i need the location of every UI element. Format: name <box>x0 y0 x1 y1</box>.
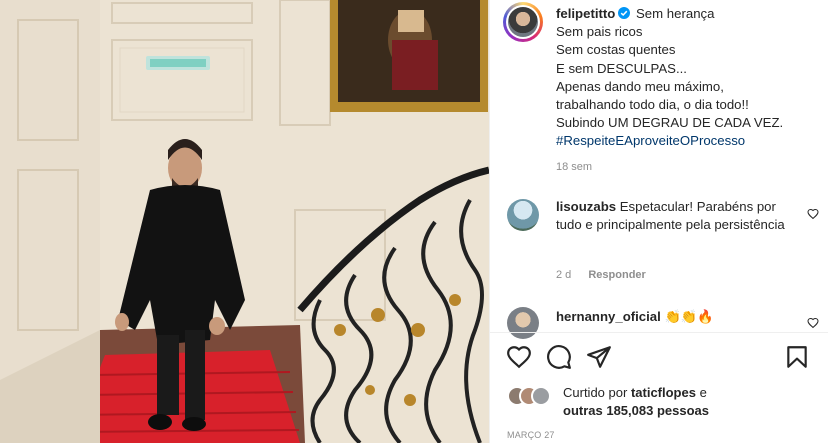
verified-badge-icon <box>618 7 631 19</box>
liker-avatars <box>507 386 553 408</box>
commenter-avatar[interactable] <box>507 199 539 231</box>
post-author-avatar[interactable] <box>503 2 543 42</box>
comment-like-heart-icon[interactable] <box>807 208 819 220</box>
post-author-username[interactable]: felipetitto <box>556 6 615 21</box>
post-photo[interactable] <box>0 0 489 443</box>
bookmark-icon[interactable] <box>784 344 810 370</box>
liked-by-user[interactable]: taticflopes <box>631 385 696 400</box>
comment-text-block: hernanny_oficial 👏👏🔥 <box>556 308 796 326</box>
commenter-username[interactable]: lisouzabs <box>556 199 616 214</box>
share-icon[interactable] <box>586 344 612 370</box>
comment-time: 2 d <box>556 269 572 281</box>
comment-text-block: lisouzabs Espetacular! Parabéns por tudo… <box>556 198 796 234</box>
liked-by-text: Curtido por taticflopes e outras 185,083… <box>563 384 709 420</box>
comment-meta: 2 d Responder <box>556 269 660 281</box>
comment-icon[interactable] <box>546 344 572 370</box>
photo-illustration <box>0 0 489 443</box>
post-time-ago[interactable]: 18 sem <box>556 161 592 173</box>
liked-by-section: Curtido por taticflopes e outras 185,083… <box>507 384 823 420</box>
caption-line: Sem pais ricos <box>556 24 643 40</box>
post-date[interactable]: MARÇO 27 <box>507 430 555 440</box>
reply-button[interactable]: Responder <box>588 269 645 281</box>
caption-line: Apenas dando meu máximo, <box>556 78 724 94</box>
caption-line: Subindo UM DEGRAU DE CADA VEZ. <box>556 115 784 131</box>
caption-hashtag-link[interactable]: #RespeiteEAproveiteOProcesso <box>556 132 818 150</box>
post-caption: felipetitto Sem herança Sem pais ricos S… <box>556 5 818 151</box>
comment-like-heart-icon[interactable] <box>807 317 819 329</box>
commenter-avatar[interactable] <box>507 307 539 339</box>
section-divider <box>490 332 828 333</box>
caption-line: trabalhando todo dia, o dia todo!! <box>556 97 749 113</box>
liker-avatar[interactable] <box>531 386 551 406</box>
comment-item: hernanny_oficial 👏👏🔥 <box>507 306 819 339</box>
commenter-username[interactable]: hernanny_oficial <box>556 309 661 324</box>
caption-line: E sem DESCULPAS... <box>556 60 687 76</box>
comment-item: lisouzabs Espetacular! Parabéns por tudo… <box>507 198 819 288</box>
caption-line: Sem herança <box>636 6 715 21</box>
liked-by-others-count[interactable]: outras 185,083 pessoas <box>563 403 709 418</box>
liked-by-prefix: Curtido por <box>563 385 628 400</box>
liked-by-conjunction: e <box>699 385 707 400</box>
comment-text: 👏👏🔥 <box>664 309 714 324</box>
post-side-panel: felipetitto Sem herança Sem pais ricos S… <box>489 0 828 443</box>
caption-line: Sem costas quentes <box>556 42 676 58</box>
heart-icon[interactable] <box>506 344 532 370</box>
